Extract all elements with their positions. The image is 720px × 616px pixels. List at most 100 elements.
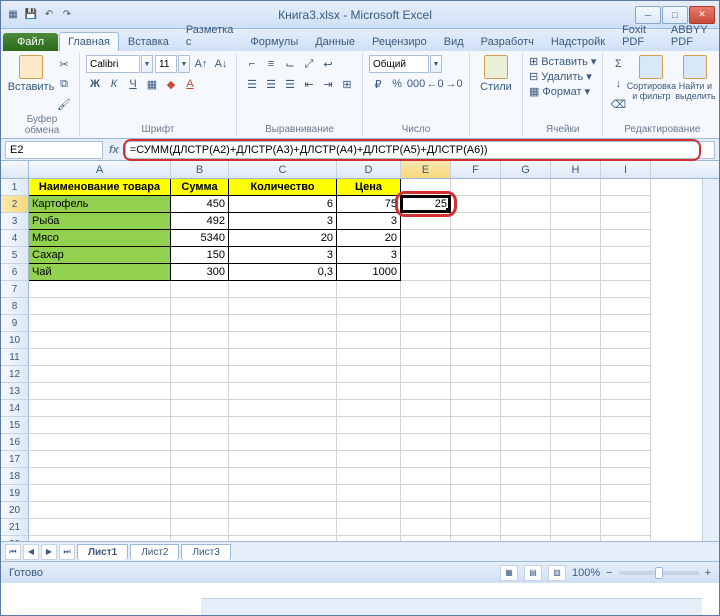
zoom-thumb[interactable] [655, 567, 663, 579]
cell[interactable] [601, 536, 651, 541]
cell[interactable] [451, 468, 501, 485]
cell[interactable] [501, 434, 551, 451]
normal-view-icon[interactable]: ▦ [500, 565, 518, 581]
cell[interactable] [401, 179, 451, 196]
cell[interactable]: Чай [29, 264, 171, 281]
decrease-decimal-icon[interactable]: →0 [445, 75, 463, 93]
cell[interactable] [229, 451, 337, 468]
cell[interactable] [337, 400, 401, 417]
select-all-corner[interactable] [1, 161, 29, 178]
cell[interactable]: 25 [401, 196, 451, 213]
cell[interactable] [171, 298, 229, 315]
cell[interactable] [551, 332, 601, 349]
row-header[interactable]: 19 [1, 485, 29, 502]
border-icon[interactable]: ▦ [143, 75, 161, 93]
cell[interactable] [501, 468, 551, 485]
cell[interactable] [171, 366, 229, 383]
cell[interactable] [171, 349, 229, 366]
cell[interactable] [337, 485, 401, 502]
cell[interactable] [501, 485, 551, 502]
cell[interactable]: 20 [337, 230, 401, 247]
cell[interactable] [229, 485, 337, 502]
cell[interactable] [451, 434, 501, 451]
tab-addins[interactable]: Надстройк [543, 33, 613, 51]
row-header[interactable]: 9 [1, 315, 29, 332]
cell[interactable]: 450 [171, 196, 229, 213]
row-header[interactable]: 17 [1, 451, 29, 468]
row-header[interactable]: 6 [1, 264, 29, 281]
cell[interactable] [171, 383, 229, 400]
orientation-icon[interactable]: ⤢ [300, 55, 318, 73]
bold-icon[interactable]: Ж [86, 75, 104, 93]
cell[interactable] [501, 519, 551, 536]
cell[interactable] [451, 383, 501, 400]
cell[interactable] [551, 451, 601, 468]
cell[interactable] [551, 485, 601, 502]
cell[interactable] [451, 519, 501, 536]
cell[interactable] [29, 349, 171, 366]
zoom-slider[interactable] [619, 571, 699, 575]
cell[interactable] [337, 434, 401, 451]
find-select-button[interactable]: Найти и выделить [675, 55, 715, 101]
cell[interactable] [29, 485, 171, 502]
cell[interactable] [601, 230, 651, 247]
cell[interactable] [451, 264, 501, 281]
chevron-down-icon[interactable]: ▼ [178, 55, 190, 73]
cell[interactable] [401, 434, 451, 451]
align-right-icon[interactable]: ☰ [281, 75, 299, 93]
cell[interactable] [601, 349, 651, 366]
formula-bar[interactable]: =СУММ(ДЛСТР(A2)+ДЛСТР(A3)+ДЛСТР(A4)+ДЛСТ… [125, 141, 715, 159]
cell[interactable] [337, 366, 401, 383]
cell[interactable] [601, 519, 651, 536]
increase-indent-icon[interactable]: ⇥ [319, 75, 337, 93]
cell[interactable] [451, 179, 501, 196]
cell[interactable] [29, 519, 171, 536]
vertical-scrollbar[interactable] [702, 179, 719, 541]
row-header[interactable]: 4 [1, 230, 29, 247]
cell[interactable] [601, 281, 651, 298]
cell[interactable] [337, 315, 401, 332]
cell[interactable] [501, 400, 551, 417]
cell[interactable] [29, 536, 171, 541]
cell[interactable] [601, 247, 651, 264]
cell[interactable] [601, 179, 651, 196]
cell[interactable] [551, 400, 601, 417]
cell[interactable] [451, 451, 501, 468]
cell[interactable] [29, 315, 171, 332]
tab-home[interactable]: Главная [59, 32, 119, 51]
cell[interactable] [501, 179, 551, 196]
cell[interactable]: Наименование товара [29, 179, 171, 196]
fill-color-icon[interactable]: ◆ [162, 75, 180, 93]
cell[interactable] [171, 315, 229, 332]
clear-icon[interactable]: ⌫ [609, 95, 627, 113]
cell[interactable] [401, 349, 451, 366]
cell[interactable] [29, 400, 171, 417]
first-sheet-icon[interactable]: ⏮ [5, 544, 21, 560]
cell[interactable] [451, 298, 501, 315]
italic-icon[interactable]: К [105, 75, 123, 93]
cell[interactable] [601, 434, 651, 451]
cell[interactable] [501, 247, 551, 264]
last-sheet-icon[interactable]: ⏭ [59, 544, 75, 560]
column-header[interactable]: E [401, 161, 451, 178]
cell[interactable]: 0,3 [229, 264, 337, 281]
name-box[interactable]: ▼ [5, 141, 103, 159]
cell[interactable]: Цена [337, 179, 401, 196]
cell[interactable] [451, 315, 501, 332]
cell[interactable] [401, 502, 451, 519]
cell[interactable] [171, 519, 229, 536]
cell[interactable] [501, 451, 551, 468]
cell[interactable] [229, 468, 337, 485]
autosum-icon[interactable]: Σ [609, 55, 627, 73]
row-header[interactable]: 13 [1, 383, 29, 400]
cut-icon[interactable]: ✂ [55, 55, 73, 73]
cell[interactable] [551, 213, 601, 230]
cell[interactable] [337, 536, 401, 541]
row-header[interactable]: 2 [1, 196, 29, 213]
cell[interactable] [29, 298, 171, 315]
cell[interactable]: 3 [229, 247, 337, 264]
row-header[interactable]: 22 [1, 536, 29, 541]
cell[interactable] [29, 383, 171, 400]
fx-icon[interactable]: fx [107, 144, 121, 156]
cell[interactable] [29, 332, 171, 349]
